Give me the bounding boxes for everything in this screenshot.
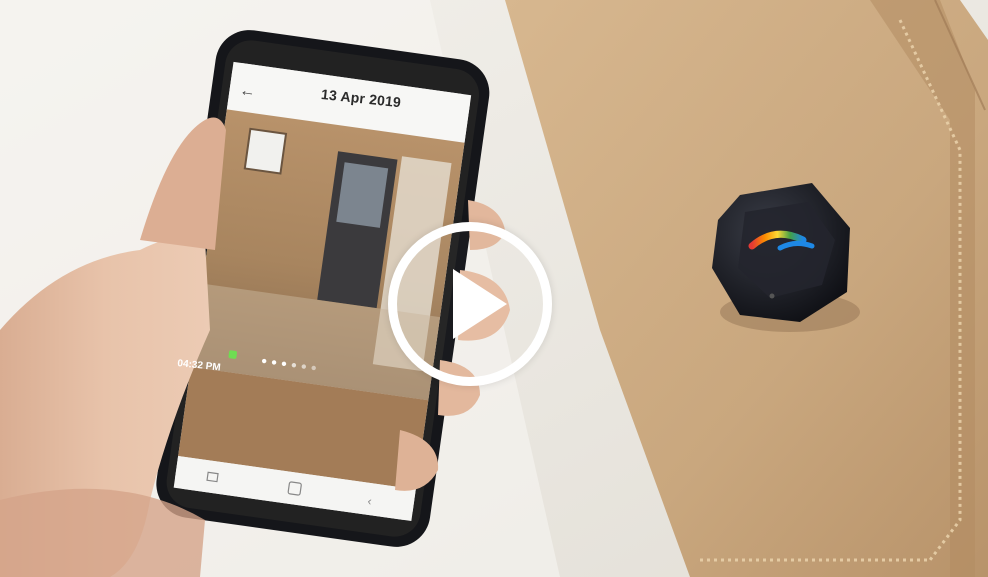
play-icon [453,269,507,339]
video-thumbnail[interactable]: ← ‹ 13 Apr 2019 04:32 PM [0,0,988,577]
svg-text:←: ← [238,82,256,101]
play-button[interactable] [388,222,552,386]
